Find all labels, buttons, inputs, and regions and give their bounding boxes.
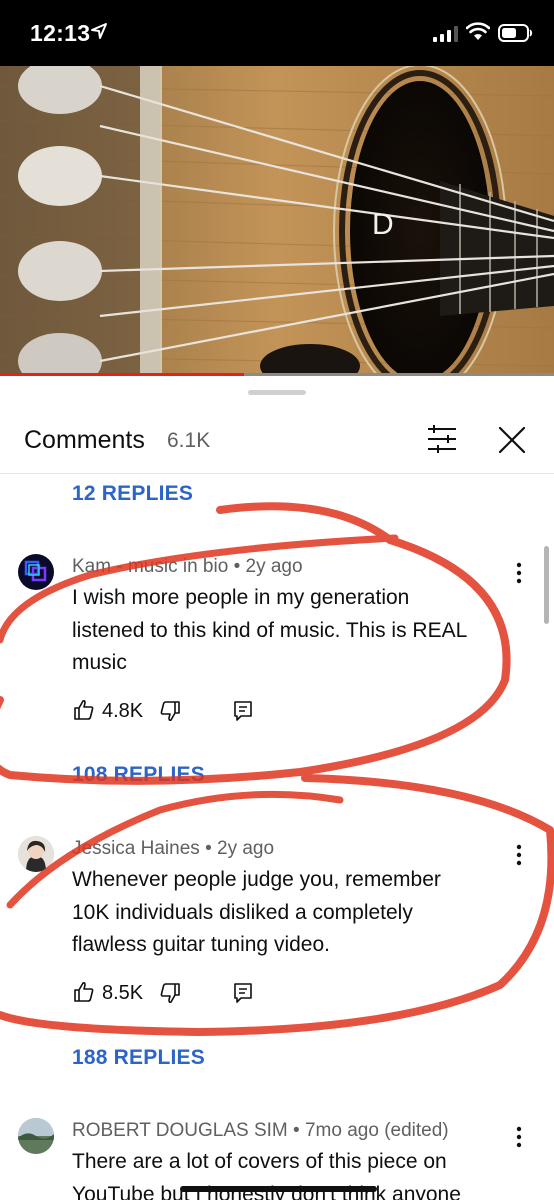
comment-age: 7mo ago (edited) [304,1120,449,1141]
comment-line: music [72,651,127,674]
comment-body: I wish more people in my generation list… [72,582,512,680]
like-count: 4.8K [102,700,144,722]
scrollbar[interactable] [544,546,549,624]
comment-line: There are a lot of covers of this piece … [72,1150,447,1173]
meta-separator: • [205,838,217,859]
meta-separator: • [293,1120,305,1141]
comment-meta: ROBERT DOUGLAS SIM • 7mo ago (edited) [72,1120,449,1142]
comments-header: Comments 6.1K [0,406,554,474]
meta-separator: • [233,556,246,577]
comment-age: 2y ago [245,556,303,577]
video-note-label: D [372,208,394,241]
comment-age: 2y ago [217,838,275,859]
status-bar: 12:13 [0,0,554,66]
dislike-icon[interactable] [158,982,182,1006]
more-options-icon[interactable] [512,844,526,866]
status-time: 12:13 [30,20,91,46]
filter-icon[interactable] [424,424,460,454]
battery-icon [498,24,533,42]
replies-link[interactable]: 188 REPLIES [72,1046,205,1070]
video-player[interactable]: D [0,66,554,376]
comment-meta: Jessica Haines • 2y ago [72,838,274,860]
dislike-icon[interactable] [158,700,182,724]
comment-meta: Kam - music in bio • 2y ago [72,556,303,578]
more-options-icon[interactable] [512,1126,526,1148]
guitar-video-frame: D [0,66,554,376]
comments-sheet: Comments 6.1K 12 REPLIES Kam - music in … [0,376,554,1200]
location-arrow-icon [91,23,107,39]
close-icon[interactable] [497,425,527,455]
home-indicator[interactable] [180,1186,377,1192]
comment-line: 10K individuals disliked a completely [72,900,413,924]
comment-line: Whenever people judge you, remember [72,868,441,891]
drag-handle[interactable] [248,390,306,395]
comment-line: flawless guitar tuning video. [72,933,330,956]
comment-author[interactable]: Jessica Haines [72,838,200,859]
replies-link[interactable]: 108 REPLIES [72,763,205,787]
wifi-icon [466,22,490,40]
comment-author[interactable]: ROBERT DOUGLAS SIM [72,1120,288,1141]
like-icon[interactable] [72,980,96,1004]
avatar[interactable] [18,1118,54,1154]
avatar[interactable] [18,836,54,872]
comments-count: 6.1K [167,429,211,452]
reply-icon[interactable] [232,981,254,1005]
comments-title: Comments [24,426,145,454]
like-count: 8.5K [102,982,144,1004]
signal-icon [433,26,458,42]
comment-body: Whenever people judge you, remember 10K … [72,864,512,962]
more-options-icon[interactable] [512,562,526,584]
like-icon[interactable] [72,698,96,722]
reply-icon[interactable] [232,699,254,723]
avatar[interactable] [18,554,54,590]
comment-line: I wish more people in my generation [72,586,410,609]
comment-line: listened to this kind of music. This is … [72,618,468,642]
comment-author[interactable]: Kam - music in bio [72,556,228,577]
replies-link[interactable]: 12 REPLIES [72,482,193,506]
